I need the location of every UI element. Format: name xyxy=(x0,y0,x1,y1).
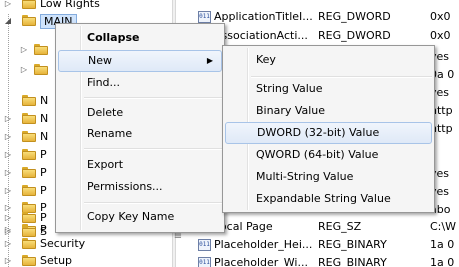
expand-arrow-icon[interactable]: ▷ xyxy=(20,46,28,54)
tree-item[interactable]: ▷ N xyxy=(0,111,60,127)
expand-arrow-icon[interactable]: ▷ xyxy=(20,66,28,74)
tree-item-label: P xyxy=(40,148,47,161)
binary-value-icon: 011 xyxy=(198,257,211,267)
expand-arrow-icon[interactable]: ▷ xyxy=(4,257,12,265)
menu-item-collapse[interactable]: Collapse xyxy=(58,27,222,49)
expand-arrow-icon[interactable]: ▷ xyxy=(4,151,12,159)
tree-item[interactable]: ▷ P xyxy=(0,183,60,199)
menu-separator xyxy=(84,97,222,99)
folder-icon xyxy=(22,238,36,249)
tree-item-label: Setup xyxy=(40,254,73,267)
folder-icon xyxy=(22,113,36,124)
submenu-item-key[interactable]: Key xyxy=(225,49,432,71)
expand-arrow-icon[interactable]: ▷ xyxy=(4,240,12,248)
folder-icon xyxy=(22,131,36,142)
value-name: AssociationActi... xyxy=(214,29,308,42)
tree-item-label: N xyxy=(40,112,49,125)
folder-icon xyxy=(22,149,36,160)
value-data: 1a 0 xyxy=(430,256,455,267)
expand-arrow-icon[interactable]: ▷ xyxy=(4,0,12,8)
folder-icon xyxy=(22,95,36,106)
tree-item-label: N xyxy=(40,94,49,107)
expand-arrow-icon[interactable]: ▷ xyxy=(4,115,12,123)
tree-item[interactable]: ▷ N xyxy=(0,129,60,145)
menu-item-export[interactable]: Export xyxy=(58,154,222,176)
menu-item-find[interactable]: Find... xyxy=(58,72,222,94)
value-type: REG_SZ xyxy=(318,220,362,233)
expand-arrow-icon[interactable]: ▷ xyxy=(4,169,12,177)
menu-item-rename[interactable]: Rename xyxy=(58,123,222,145)
value-row[interactable]: 011 Placeholder_Wi... REG_BINARY 1a 0 xyxy=(184,254,459,267)
value-data: C:\W xyxy=(430,220,456,233)
value-data: 0x0 xyxy=(430,10,451,23)
submenu-arrow-icon: ▶ xyxy=(206,56,213,65)
value-row[interactable]: 011 AssociationActi... REG_DWORD 0x0 xyxy=(184,27,459,45)
folder-icon xyxy=(22,0,36,9)
value-type: REG_DWORD xyxy=(318,10,391,23)
menu-separator xyxy=(84,148,222,150)
tree-item-security[interactable]: ▷ Security xyxy=(0,236,170,252)
tree-item-low-rights[interactable]: ▷ Low Rights xyxy=(0,0,170,12)
value-name: ApplicationTitleI... xyxy=(214,10,313,23)
tree-item-label: N xyxy=(40,130,49,143)
new-submenu: Key String Value Binary Value DWORD (32-… xyxy=(222,45,435,213)
tree-item[interactable]: N xyxy=(0,93,60,109)
binary-value-icon: 011 xyxy=(198,239,211,251)
submenu-item-binary-value[interactable]: Binary Value xyxy=(225,100,432,122)
tree-item[interactable]: ▷ xyxy=(0,62,60,78)
submenu-item-qword-value[interactable]: QWORD (64-bit) Value xyxy=(225,144,432,166)
value-data: 1a 0 xyxy=(430,238,455,251)
menu-item-copy-key-name[interactable]: Copy Key Name xyxy=(58,206,222,228)
tree-item[interactable]: ▷ P xyxy=(0,165,60,181)
value-row[interactable]: 011 Placeholder_Hei... REG_BINARY 1a 0 xyxy=(184,236,459,254)
folder-open-icon xyxy=(22,15,36,26)
tree-item-setup[interactable]: ▷ Setup xyxy=(0,253,170,267)
submenu-item-string-value[interactable]: String Value xyxy=(225,78,432,100)
folder-icon xyxy=(22,185,36,196)
folder-icon xyxy=(34,44,48,55)
menu-separator xyxy=(84,202,222,204)
tree-item[interactable]: ▷ xyxy=(0,42,60,58)
expand-arrow-icon[interactable]: ▷ xyxy=(4,228,12,236)
folder-icon xyxy=(22,255,36,266)
expand-arrow-icon[interactable]: ▷ xyxy=(4,187,12,195)
collapse-arrow-icon[interactable]: ◢ xyxy=(4,17,12,25)
value-data: 0x0 xyxy=(430,29,451,42)
value-row[interactable]: ab Local Page REG_SZ C:\W xyxy=(184,218,459,236)
tree-item-label: P xyxy=(40,166,47,179)
tree-item[interactable]: ▷ P xyxy=(0,147,60,163)
value-type: REG_BINARY xyxy=(318,238,387,251)
submenu-item-multi-string-value[interactable]: Multi-String Value xyxy=(225,166,432,188)
value-type: REG_BINARY xyxy=(318,256,387,267)
dword-value-icon: 011 xyxy=(198,11,211,23)
context-menu: Collapse New ▶ Find... Delete Rename Exp… xyxy=(55,23,225,233)
tree-item-label: Low Rights xyxy=(40,0,100,10)
value-type: REG_DWORD xyxy=(318,29,391,42)
menu-item-permissions[interactable]: Permissions... xyxy=(58,176,222,198)
menu-item-new[interactable]: New ▶ xyxy=(58,50,222,72)
expand-arrow-icon[interactable]: ▷ xyxy=(4,133,12,141)
value-row[interactable]: 011 ApplicationTitleI... REG_DWORD 0x0 xyxy=(184,8,459,26)
tree-item-label: P xyxy=(40,184,47,197)
menu-item-label: New xyxy=(88,54,112,67)
value-name: Placeholder_Hei... xyxy=(214,238,313,251)
menu-item-delete[interactable]: Delete xyxy=(58,102,222,124)
submenu-item-dword-value[interactable]: DWORD (32-bit) Value xyxy=(225,122,432,144)
value-name: Placeholder_Wi... xyxy=(214,256,308,267)
expand-arrow-icon[interactable]: ▷ xyxy=(4,214,12,222)
folder-icon xyxy=(22,167,36,178)
folder-icon xyxy=(34,64,48,75)
submenu-item-expandable-string-value[interactable]: Expandable String Value xyxy=(225,188,432,210)
tree-item-label: Security xyxy=(40,237,86,250)
